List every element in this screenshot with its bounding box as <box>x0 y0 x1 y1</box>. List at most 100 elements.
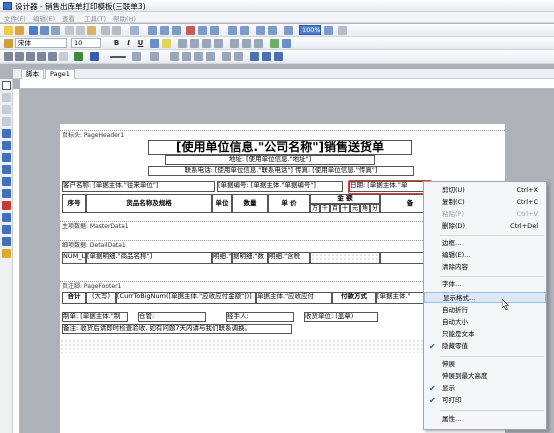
menu-tools[interactable]: 工具(T) <box>84 13 106 23</box>
menu-font[interactable]: 字体... <box>424 279 546 290</box>
shadow-icon[interactable] <box>150 52 159 61</box>
align-tool3-icon[interactable] <box>194 52 203 61</box>
header-amount[interactable]: 金 额 <box>310 194 380 204</box>
header-qty[interactable]: 数量 <box>232 194 268 213</box>
same-size-icon[interactable] <box>274 52 283 61</box>
bold-icon[interactable]: B <box>112 39 121 48</box>
report-title[interactable]: [使用单位信息."公司名称"]销售送货单 <box>148 140 412 155</box>
ole-tool-icon[interactable] <box>2 249 11 258</box>
header-seq[interactable]: 序号 <box>62 194 86 213</box>
frame-right-icon[interactable] <box>37 52 46 61</box>
align-center-icon[interactable] <box>190 39 199 48</box>
zoom-icon[interactable] <box>324 26 333 35</box>
space-icon[interactable] <box>222 52 231 61</box>
richtext-tool-icon[interactable] <box>2 237 11 246</box>
frame-style-icon[interactable] <box>132 52 141 61</box>
tab-page1[interactable]: Page1 <box>45 69 75 79</box>
menu-printable[interactable]: ✔ 可打印 <box>424 395 546 406</box>
frame-left-icon[interactable] <box>15 52 24 61</box>
header-price[interactable]: 单 价 <box>268 194 310 213</box>
pay-method-label[interactable]: 付款方式 <box>332 292 376 304</box>
tab-script[interactable]: 脚本 <box>21 69 44 79</box>
wrap-icon[interactable] <box>282 39 291 48</box>
print-icon[interactable] <box>40 26 49 35</box>
align-tool-icon[interactable] <box>170 52 179 61</box>
cut-icon[interactable] <box>65 26 74 35</box>
save-icon[interactable] <box>29 26 38 35</box>
detail-qty[interactable]: 据明细."数 <box>232 252 268 264</box>
open-icon[interactable] <box>15 26 24 35</box>
frame-none-icon[interactable] <box>59 52 68 61</box>
grid-icon[interactable] <box>148 26 157 35</box>
highlight-icon[interactable] <box>162 39 171 48</box>
pointer-icon[interactable] <box>2 81 11 90</box>
text-tool-icon[interactable] <box>2 117 11 126</box>
menu-paste[interactable]: 粘贴(P) Ctrl+V <box>424 209 546 220</box>
detail-price[interactable]: 明细."含税 <box>268 252 310 264</box>
band-tool-icon[interactable] <box>2 129 11 138</box>
align-icon[interactable] <box>210 26 219 35</box>
size-icon[interactable] <box>284 26 293 35</box>
hand-icon[interactable] <box>2 93 11 102</box>
frame-icon[interactable] <box>228 26 237 35</box>
menu-stretch[interactable]: 伸展 <box>424 359 546 370</box>
copy-icon[interactable] <box>76 26 85 35</box>
total-upper-expr[interactable]: [CurrToBigNum([单据主体."应收应付金额"])] <box>116 292 256 304</box>
total-upper-label[interactable]: (大写) <box>86 292 116 304</box>
address-field[interactable]: 地址: [使用单位信息."地址"] <box>165 155 375 165</box>
paste-icon[interactable] <box>87 26 96 35</box>
picture-tool-icon[interactable] <box>2 153 11 162</box>
page-setup-icon[interactable] <box>198 26 207 35</box>
align-tool4-icon[interactable] <box>206 52 215 61</box>
maker-field[interactable]: 制单: [单据主体."制 <box>62 312 128 322</box>
barcode-tool-icon[interactable] <box>2 213 11 222</box>
rotate-icon[interactable] <box>270 39 279 48</box>
menu-properties[interactable]: 属性... <box>424 414 546 425</box>
undo-icon[interactable] <box>101 26 110 35</box>
menu-clear-content[interactable]: 清除内容 <box>424 262 546 273</box>
menu-stretch-max[interactable]: 伸展到最大高度 <box>424 371 546 382</box>
font-color-icon[interactable] <box>150 39 159 48</box>
preview-icon[interactable] <box>51 26 60 35</box>
same-width-icon[interactable] <box>250 52 259 61</box>
group-icon[interactable] <box>240 26 249 35</box>
exit-icon[interactable] <box>338 26 347 35</box>
subreport-tool-icon[interactable] <box>2 165 11 174</box>
menu-help[interactable]: 帮助(H) <box>113 13 136 23</box>
frame-top-icon[interactable] <box>4 52 13 61</box>
align-tool2-icon[interactable] <box>182 52 191 61</box>
same-height-icon[interactable] <box>262 52 271 61</box>
fill-color-icon[interactable] <box>74 52 83 61</box>
frame-color-icon[interactable] <box>90 52 99 61</box>
menu-delete[interactable]: 删除(D) Ctrl+Del <box>424 221 546 232</box>
shape-tool-icon[interactable] <box>2 189 11 198</box>
line-tool-icon[interactable] <box>2 177 11 186</box>
bill-no-field[interactable]: [单据编号: [单据主体."单据编号"] <box>217 181 343 192</box>
frame-width-icon[interactable] <box>110 56 126 58</box>
redo-icon[interactable] <box>112 26 121 35</box>
menu-file[interactable]: 文件(F) <box>4 13 26 23</box>
layout-icon[interactable] <box>172 26 181 35</box>
detail-product-name[interactable]: [单据明细."商品名称"] <box>86 252 212 264</box>
menu-view[interactable]: 查看 <box>62 13 75 23</box>
checkbox-tool-icon[interactable] <box>2 225 11 234</box>
menu-copy[interactable]: 复制(C) Ctrl+C <box>424 197 546 208</box>
menu-edit-item[interactable]: 编辑(E)... <box>424 250 546 261</box>
warehouse-field[interactable]: 仓管: <box>138 312 206 322</box>
menu-display-format[interactable]: 显示格式... <box>424 292 546 303</box>
send-back-icon[interactable] <box>268 26 277 35</box>
note-field[interactable]: 备注: 收货后请即时检查验收, 如有问题7天内请与我们联系调换。 <box>62 324 292 334</box>
page-header-band[interactable]: 页标头: PageHeader1 <box>60 130 505 139</box>
new-icon[interactable] <box>4 26 13 35</box>
contact-field[interactable]: 联系电话: [使用单位信息."联系电话"] 传真: [使用单位信息."传真"] <box>148 166 414 176</box>
customer-field[interactable]: 客户名称: [单据主体."往来单位"] <box>62 181 215 192</box>
valign-bottom-icon[interactable] <box>254 39 263 48</box>
chart-tool-icon[interactable] <box>2 201 11 210</box>
space2-icon[interactable] <box>234 52 243 61</box>
font-size-select[interactable]: 10 <box>71 38 101 48</box>
delete-page-icon[interactable] <box>186 26 195 35</box>
valign-middle-icon[interactable] <box>242 39 251 48</box>
menu-edit[interactable]: 编辑(E) <box>33 13 55 23</box>
menu-visible[interactable]: ✔ 显示 <box>424 383 546 394</box>
menu-hide-zero[interactable]: ✔ 隐藏零值 <box>424 341 546 352</box>
